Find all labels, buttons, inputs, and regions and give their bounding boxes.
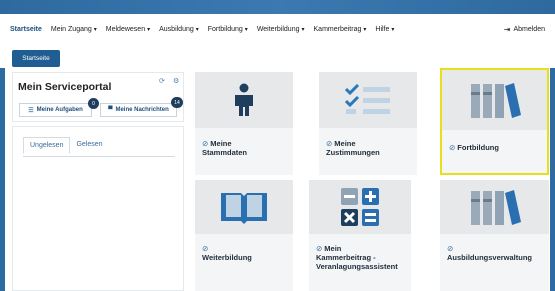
portal-title: Mein Serviceportal (18, 81, 112, 93)
messages-label: Meine Nachrichten (115, 107, 169, 113)
nav-hilfe[interactable]: Hilfe ▾ (375, 26, 394, 33)
chevron-down-icon: ▾ (147, 26, 151, 33)
card-image (195, 180, 293, 234)
message-tabs: Ungelesen Gelesen (23, 137, 109, 154)
breadcrumb-start-button[interactable]: Startseite (12, 50, 60, 67)
nav-weiterbildung[interactable]: Weiterbildung ▾ (257, 26, 305, 33)
my-tasks-button[interactable]: ☰ Meine Aufgaben (19, 103, 92, 117)
card-label: ⊘ Meine Stammdaten (202, 139, 248, 157)
inbox-icon: ▀ (108, 107, 113, 113)
messages-count-badge: 14 (171, 97, 183, 108)
card-stammdaten[interactable]: ⊘ Meine Stammdaten (195, 72, 293, 175)
link-icon: ⊘ (316, 244, 323, 253)
card-ausbildungsverwaltung[interactable]: ⊘ Ausbildungsverwaltung (440, 180, 549, 291)
logout-icon: ⇥ (503, 24, 511, 34)
card-label: ⊘ Mein Kammerbeitrag - Veranlagungsassist… (316, 244, 398, 271)
nav-label: Hilfe (375, 25, 390, 33)
card-label: ⊘ Meine Zustimmungen (326, 139, 380, 157)
nav-meldewesen[interactable]: Meldewesen ▾ (106, 26, 150, 33)
card-weiterbildung[interactable]: ⊘ Weiterbildung (195, 180, 293, 291)
nav-label: Kammerbeitrag (313, 25, 362, 33)
card-image (440, 180, 549, 234)
desktop-background-right (550, 68, 555, 291)
tasks-label: Meine Aufgaben (36, 107, 83, 113)
logout-label: Abmelden (513, 25, 545, 33)
card-fortbildung[interactable]: ⊘ Fortbildung (440, 68, 549, 175)
open-book-icon (221, 193, 267, 224)
card-label: ⊘ Weiterbildung (202, 244, 252, 262)
card-kammerbeitrag[interactable]: ⊘ Mein Kammerbeitrag - Veranlagungsassist… (309, 180, 411, 291)
desktop-background-top (0, 0, 555, 14)
nav-fortbildung[interactable]: Fortbildung ▾ (208, 26, 248, 33)
my-messages-button[interactable]: ▀ Meine Nachrichten (100, 103, 177, 117)
link-icon: ⊘ (326, 139, 333, 148)
nav-label: Weiterbildung (256, 25, 300, 33)
link-icon: ⊘ (202, 139, 209, 148)
breadcrumb-bar (0, 44, 555, 68)
chevron-down-icon: ▾ (195, 26, 199, 33)
tasks-count-badge: 0 (88, 98, 99, 109)
card-image (195, 72, 293, 128)
chevron-down-icon: ▾ (363, 26, 367, 33)
nav-label: Fortbildung (207, 25, 243, 33)
main-navigation: Startseite Mein Zugang ▾ Meldewesen ▾ Ausb… (0, 14, 555, 44)
person-icon (235, 83, 253, 116)
chevron-down-icon: ▾ (301, 26, 305, 33)
tab-gelesen[interactable]: Gelesen (70, 137, 108, 154)
card-label: ⊘ Ausbildungsverwaltung (447, 244, 533, 262)
link-icon: ⊘ (447, 244, 454, 253)
card-zustimmungen[interactable]: ⊘ Meine Zustimmungen (319, 72, 417, 175)
nav-label: Ausbildung (159, 25, 194, 33)
tab-ungelesen[interactable]: Ungelesen (23, 137, 71, 154)
nav-label: Startseite (10, 25, 42, 33)
chevron-down-icon: ▾ (391, 26, 395, 33)
tab-divider (23, 156, 175, 157)
books-icon (470, 190, 521, 225)
tasks-icon: ☰ (28, 107, 34, 114)
nav-label: Mein Zugang (50, 25, 92, 33)
card-image (319, 72, 417, 128)
refresh-icon[interactable]: ⟳ (159, 77, 165, 85)
messages-panel: Ungelesen Gelesen (12, 126, 184, 291)
checklist-icon (345, 84, 390, 114)
link-icon: ⊘ (202, 244, 209, 253)
card-image (309, 180, 411, 234)
nav-mein-zugang[interactable]: Mein Zugang ▾ (51, 26, 97, 33)
nav-ausbildung[interactable]: Ausbildung ▾ (159, 26, 199, 33)
serviceportal-panel: Mein Serviceportal ⟳ ⚙ ☰ Meine Aufgaben … (12, 72, 184, 122)
chevron-down-icon: ▾ (93, 26, 97, 33)
link-icon: ⊘ (449, 143, 456, 152)
nav-startseite[interactable]: Startseite (10, 26, 42, 33)
settings-icon[interactable]: ⚙ (173, 77, 179, 85)
nav-kammerbeitrag[interactable]: Kammerbeitrag ▾ (314, 26, 367, 33)
books-icon (470, 83, 521, 118)
calculator-icon (341, 188, 379, 226)
nav-label: Meldewesen (105, 25, 146, 33)
card-label: ⊘ Fortbildung (449, 143, 499, 152)
card-image (442, 70, 547, 130)
logout-link[interactable]: ⇥ Abmelden (504, 25, 545, 34)
chevron-down-icon: ▾ (244, 26, 248, 33)
